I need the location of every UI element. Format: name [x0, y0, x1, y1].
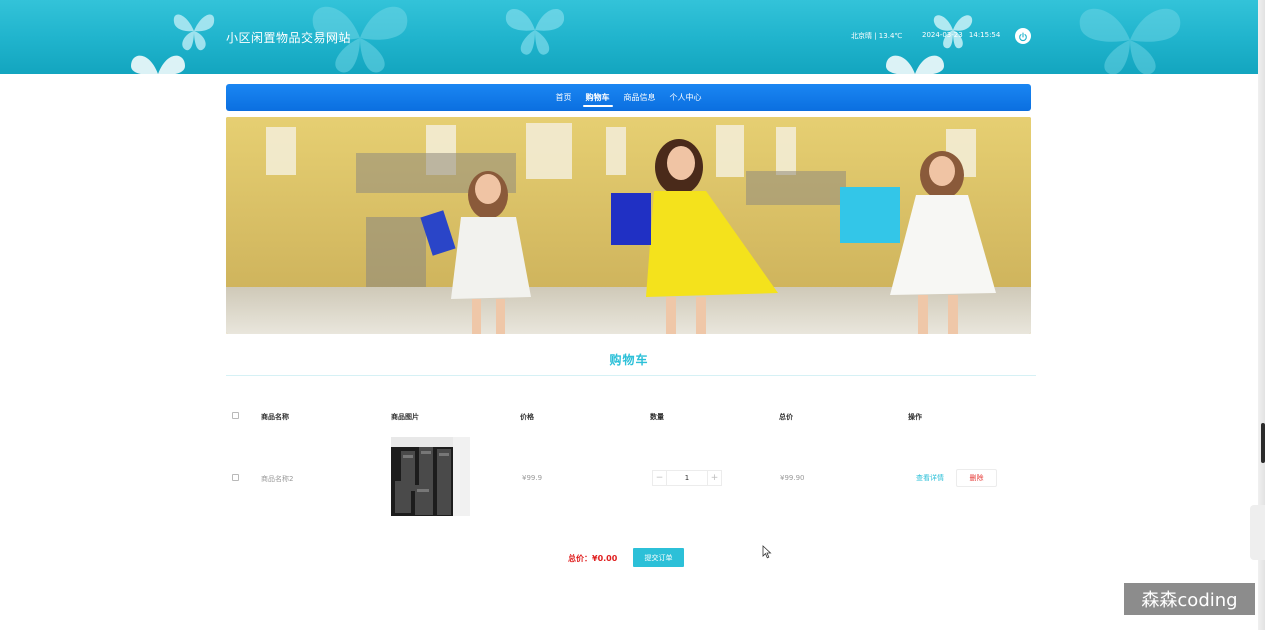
- butterfly-decoration-icon: [880, 46, 950, 74]
- header-actions: 操作: [908, 413, 922, 421]
- banner-image: [226, 117, 1031, 334]
- weather-info: 北京晴 | 13.4℃: [851, 32, 903, 40]
- product-name: 商品名称2: [261, 475, 294, 483]
- header-name: 商品名称: [261, 413, 289, 421]
- delete-button[interactable]: 删除: [956, 469, 997, 487]
- page-title: 购物车: [609, 353, 649, 367]
- logout-button[interactable]: [1015, 28, 1031, 44]
- butterfly-decoration-icon: [500, 0, 570, 60]
- scrollbar-thumb[interactable]: [1261, 423, 1265, 463]
- header-quantity: 数量: [650, 413, 664, 421]
- view-details-button[interactable]: 查看详情: [909, 470, 951, 486]
- nav-item-cart[interactable]: 购物车: [582, 92, 613, 107]
- product-image: [391, 437, 470, 516]
- total-label: 总价：: [568, 554, 592, 563]
- butterfly-decoration-icon: [1070, 0, 1190, 74]
- watermark: 森森coding: [1124, 583, 1255, 615]
- site-title: 小区闲置物品交易网站: [226, 31, 352, 45]
- header-image: 商品图片: [391, 413, 419, 421]
- quantity-stepper: − 1 +: [652, 470, 722, 486]
- select-all-checkbox[interactable]: [232, 412, 239, 419]
- mouse-cursor-icon: [762, 544, 772, 563]
- submit-order-button[interactable]: 提交订单: [633, 548, 684, 567]
- total-value: ¥0.00: [592, 554, 618, 563]
- order-total: 总价：¥0.00: [568, 553, 617, 564]
- butterfly-decoration-icon: [125, 44, 191, 74]
- nav-item-profile[interactable]: 个人中心: [669, 92, 703, 103]
- increase-quantity-button[interactable]: +: [707, 470, 722, 486]
- title-divider: [226, 375, 1036, 376]
- row-total: ¥99.90: [780, 474, 805, 482]
- header-total: 总价: [779, 413, 793, 421]
- side-panel-edge: [1250, 505, 1265, 560]
- nav-item-home[interactable]: 首页: [555, 92, 573, 103]
- power-icon: [1018, 27, 1028, 46]
- quantity-value[interactable]: 1: [667, 470, 707, 486]
- decrease-quantity-button[interactable]: −: [652, 470, 667, 486]
- main-nav: 首页 购物车 商品信息 个人中心: [226, 84, 1031, 111]
- row-select-checkbox[interactable]: [232, 474, 239, 481]
- site-header: 小区闲置物品交易网站 北京晴 | 13.4℃ 2024-03-23 14:15:…: [0, 0, 1258, 74]
- product-price: ¥99.9: [522, 474, 543, 482]
- nav-item-products[interactable]: 商品信息: [623, 92, 657, 103]
- current-datetime: 2024-03-23 14:15:54: [922, 31, 1001, 39]
- header-price: 价格: [520, 413, 534, 421]
